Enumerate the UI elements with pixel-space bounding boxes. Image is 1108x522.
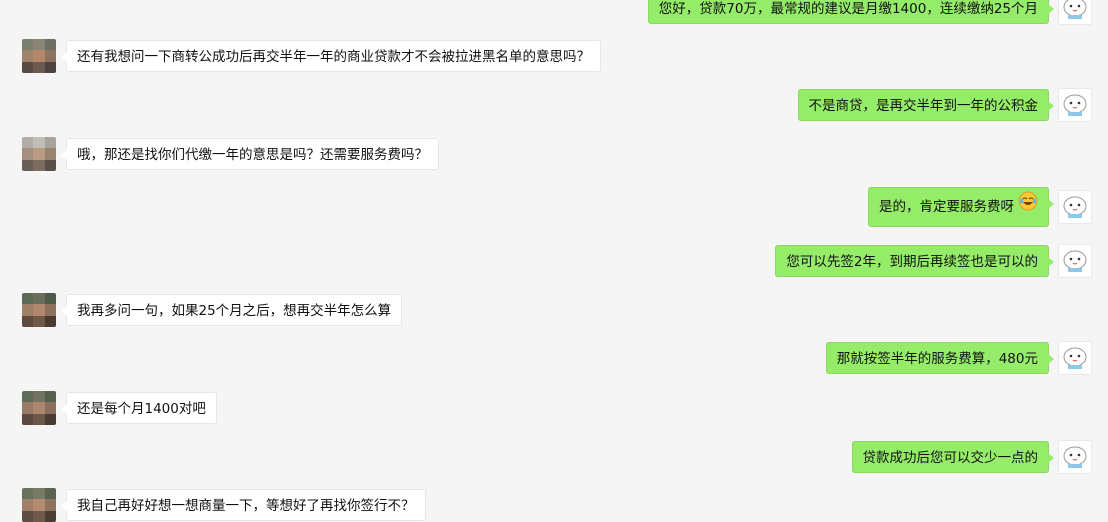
self-avatar[interactable] bbox=[1058, 341, 1092, 375]
message-bubble[interactable]: 我再多问一句，如果25个月之后，想再交半年怎么算 bbox=[60, 294, 403, 326]
cartoon-cat-icon bbox=[1063, 250, 1087, 272]
cartoon-cat-icon bbox=[1063, 446, 1087, 468]
contact-avatar[interactable] bbox=[22, 39, 56, 73]
self-avatar[interactable] bbox=[1058, 440, 1092, 474]
self-avatar[interactable] bbox=[1058, 244, 1092, 278]
pixelated-avatar-icon bbox=[22, 391, 56, 425]
message-outgoing: 那就按签半年的服务费算，480元 bbox=[0, 341, 1108, 375]
pixelated-avatar-icon bbox=[22, 293, 56, 327]
laughing-tears-emoji-icon bbox=[1018, 188, 1038, 226]
chat-history: 您好，贷款70万，最常规的建议是月缴1400，连续缴纳25个月 还有我想问一下商… bbox=[0, 0, 1108, 522]
message-outgoing: 您可以先签2年，到期后再续签也是可以的 bbox=[0, 244, 1108, 278]
contact-avatar[interactable] bbox=[22, 391, 56, 425]
message-outgoing: 是的，肯定要服务费呀 bbox=[0, 187, 1108, 227]
pixelated-avatar-icon bbox=[22, 39, 56, 73]
message-incoming: 我再多问一句，如果25个月之后，想再交半年怎么算 bbox=[0, 293, 1108, 327]
pixelated-avatar-icon bbox=[22, 137, 56, 171]
message-bubble[interactable]: 哦，那还是找你们代缴一年的意思是吗？还需要服务费吗？ bbox=[61, 138, 439, 170]
contact-avatar[interactable] bbox=[22, 293, 56, 327]
message-incoming: 我自己再好好想一想商量一下，等想好了再找你签行不？ bbox=[0, 488, 1108, 522]
cartoon-cat-icon bbox=[1063, 347, 1087, 369]
message-bubble[interactable]: 您可以先签2年，到期后再续签也是可以的 bbox=[775, 245, 1054, 277]
message-bubble[interactable]: 还有我想问一下商转公成功后再交半年一年的商业贷款才不会被拉进黑名单的意思吗？ bbox=[61, 40, 601, 72]
self-avatar[interactable] bbox=[1058, 0, 1092, 25]
pixelated-avatar-icon bbox=[22, 488, 56, 522]
contact-avatar[interactable] bbox=[22, 488, 56, 522]
message-text: 是的，肯定要服务费呀 bbox=[879, 199, 1014, 215]
self-avatar[interactable] bbox=[1058, 88, 1092, 122]
message-bubble[interactable]: 那就按签半年的服务费算，480元 bbox=[825, 342, 1055, 374]
message-outgoing: 不是商贷，是再交半年到一年的公积金 bbox=[0, 88, 1108, 122]
cartoon-cat-icon bbox=[1063, 94, 1087, 116]
message-bubble[interactable]: 贷款成功后您可以交少一点的 bbox=[851, 441, 1054, 473]
message-outgoing: 您好，贷款70万，最常规的建议是月缴1400，连续缴纳25个月 bbox=[0, 0, 1108, 25]
cartoon-cat-icon bbox=[1063, 0, 1087, 19]
self-avatar[interactable] bbox=[1058, 190, 1092, 224]
message-bubble[interactable]: 不是商贷，是再交半年到一年的公积金 bbox=[797, 89, 1054, 121]
message-bubble[interactable]: 还是每个月1400对吧 bbox=[61, 392, 217, 424]
message-incoming: 还是每个月1400对吧 bbox=[0, 391, 1108, 425]
message-bubble[interactable]: 我自己再好好想一想商量一下，等想好了再找你签行不？ bbox=[61, 489, 426, 521]
cartoon-cat-icon bbox=[1063, 196, 1087, 218]
message-bubble[interactable]: 您好，贷款70万，最常规的建议是月缴1400，连续缴纳25个月 bbox=[647, 0, 1055, 24]
message-incoming: 还有我想问一下商转公成功后再交半年一年的商业贷款才不会被拉进黑名单的意思吗？ bbox=[0, 39, 1108, 73]
message-outgoing: 贷款成功后您可以交少一点的 bbox=[0, 440, 1108, 474]
message-bubble[interactable]: 是的，肯定要服务费呀 bbox=[868, 187, 1054, 227]
message-incoming: 哦，那还是找你们代缴一年的意思是吗？还需要服务费吗？ bbox=[0, 137, 1108, 171]
contact-avatar[interactable] bbox=[22, 137, 56, 171]
